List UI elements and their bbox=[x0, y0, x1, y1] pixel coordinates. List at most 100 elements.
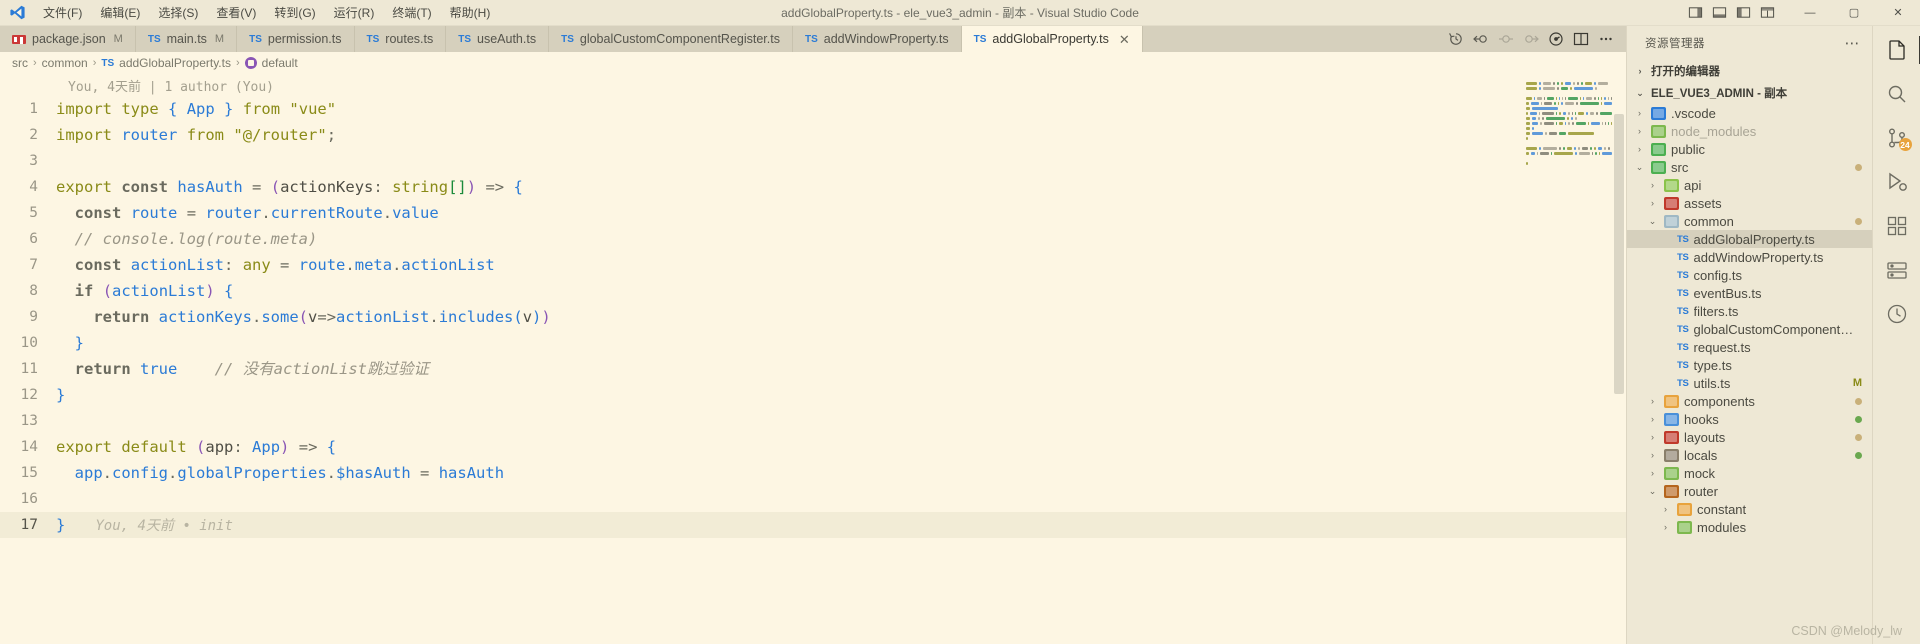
tab-routes-ts[interactable]: TS routes.ts bbox=[354, 26, 447, 52]
tree-folder-item[interactable]: › public bbox=[1627, 140, 1872, 158]
tree-file-item[interactable]: TS config.ts bbox=[1627, 266, 1872, 284]
source-control-icon[interactable]: 24 bbox=[1873, 116, 1920, 160]
code-editor[interactable]: You, 4天前 | 1 author (You) 1 import type {… bbox=[0, 74, 1626, 644]
breadcrumb-item-common[interactable]: common bbox=[42, 56, 88, 70]
section-open-editors[interactable]: › 打开的编辑器 bbox=[1627, 60, 1872, 82]
chevron-right-icon[interactable]: › bbox=[1646, 414, 1659, 424]
tree-file-item[interactable]: TS request.ts bbox=[1627, 338, 1872, 356]
tree-file-item[interactable]: TS addGlobalProperty.ts bbox=[1627, 230, 1872, 248]
code-line[interactable]: 8 if (actionList) { bbox=[0, 278, 1626, 304]
maximize-button[interactable]: ▢ bbox=[1832, 0, 1876, 26]
code-lines[interactable]: 1 import type { App } from "vue" 2 import r… bbox=[0, 96, 1626, 538]
code-line[interactable]: 12} bbox=[0, 382, 1626, 408]
menu-item-file[interactable]: 文件(F) bbox=[34, 1, 91, 24]
tree-file-item[interactable]: TS utils.ts M bbox=[1627, 374, 1872, 392]
chevron-down-icon[interactable]: ⌄ bbox=[1646, 486, 1659, 497]
remote-explorer-icon[interactable] bbox=[1873, 248, 1920, 292]
tree-folder-item[interactable]: › hooks bbox=[1627, 410, 1872, 428]
code-line[interactable]: 13 bbox=[0, 408, 1626, 434]
chevron-right-icon[interactable]: › bbox=[1646, 432, 1659, 442]
tree-file-item[interactable]: TS type.ts bbox=[1627, 356, 1872, 374]
tree-file-item[interactable]: TS eventBus.ts bbox=[1627, 284, 1872, 302]
tree-folder-item[interactable]: › locals bbox=[1627, 446, 1872, 464]
split-editor-icon[interactable] bbox=[1569, 27, 1593, 51]
code-line[interactable]: 14 export default (app: App) => { bbox=[0, 434, 1626, 460]
chevron-down-icon[interactable]: ⌄ bbox=[1633, 162, 1646, 173]
run-debug-icon[interactable] bbox=[1544, 27, 1568, 51]
code-line[interactable]: 5 const route = router.currentRoute.valu… bbox=[0, 200, 1626, 226]
section-project-root[interactable]: ⌄ ELE_VUE3_ADMIN - 副本 bbox=[1627, 82, 1872, 104]
nav-next-icon[interactable] bbox=[1519, 27, 1543, 51]
tree-folder-item[interactable]: › mock bbox=[1627, 464, 1872, 482]
close-window-button[interactable]: ✕ bbox=[1876, 0, 1920, 26]
code-line[interactable]: 11 return true // 没有actionList跳过验证 bbox=[0, 356, 1626, 382]
chevron-right-icon[interactable]: › bbox=[1646, 198, 1659, 208]
breadcrumb-item-file[interactable]: addGlobalProperty.ts bbox=[119, 56, 231, 70]
code-line[interactable]: 16 bbox=[0, 486, 1626, 512]
tree-file-item[interactable]: TS addWindowProperty.ts bbox=[1627, 248, 1872, 266]
timeline-history-icon[interactable] bbox=[1444, 27, 1468, 51]
tab-globalcustomcomponentregister-ts[interactable]: TS globalCustomComponentRegister.ts bbox=[549, 26, 793, 52]
tab-useauth-ts[interactable]: TS useAuth.ts bbox=[446, 26, 550, 52]
editor-vertical-scrollbar[interactable] bbox=[1612, 74, 1626, 644]
menu-item-view[interactable]: 查看(V) bbox=[207, 1, 265, 24]
nav-previous-icon[interactable] bbox=[1494, 27, 1518, 51]
menu-item-terminal[interactable]: 终端(T) bbox=[383, 1, 440, 24]
chevron-right-icon[interactable]: › bbox=[1646, 450, 1659, 460]
breadcrumb-item-src[interactable]: src bbox=[12, 56, 28, 70]
testing-icon[interactable] bbox=[1873, 292, 1920, 336]
chevron-right-icon[interactable]: › bbox=[1646, 180, 1659, 190]
tree-folder-item[interactable]: › assets bbox=[1627, 194, 1872, 212]
file-tree[interactable]: › .vscode › node_modules › public ⌄ src › api › ass… bbox=[1627, 104, 1872, 644]
tab-permission-ts[interactable]: TS permission.ts bbox=[237, 26, 355, 52]
menu-item-run[interactable]: 运行(R) bbox=[325, 1, 384, 24]
code-line[interactable]: 3 bbox=[0, 148, 1626, 174]
chevron-right-icon[interactable]: › bbox=[1646, 396, 1659, 406]
code-line[interactable]: 10 } bbox=[0, 330, 1626, 356]
code-line[interactable]: 2 import router from "@/router"; bbox=[0, 122, 1626, 148]
chevron-right-icon[interactable]: › bbox=[1633, 144, 1646, 154]
code-line[interactable]: 9 return actionKeys.some(v=>actionList.i… bbox=[0, 304, 1626, 330]
run-debug-icon[interactable] bbox=[1873, 160, 1920, 204]
code-line[interactable]: 1 import type { App } from "vue" bbox=[0, 96, 1626, 122]
code-line[interactable]: 15 app.config.globalProperties.$hasAuth … bbox=[0, 460, 1626, 486]
tree-folder-item[interactable]: ⌄ router bbox=[1627, 482, 1872, 500]
code-line[interactable]: 7 const actionList: any = route.meta.act… bbox=[0, 252, 1626, 278]
chevron-right-icon[interactable]: › bbox=[1659, 504, 1672, 514]
toggle-panel-icon[interactable] bbox=[1708, 2, 1730, 24]
scrollbar-thumb[interactable] bbox=[1614, 114, 1624, 394]
tree-folder-item[interactable]: › node_modules bbox=[1627, 122, 1872, 140]
tree-folder-item[interactable]: › constant bbox=[1627, 500, 1872, 518]
tree-file-item[interactable]: TS globalCustomComponentRegist… bbox=[1627, 320, 1872, 338]
close-tab-icon[interactable]: ✕ bbox=[1119, 33, 1130, 46]
tab-package-json[interactable]: package.json M bbox=[0, 26, 136, 52]
tab-addwindowproperty-ts[interactable]: TS addWindowProperty.ts bbox=[792, 26, 962, 52]
code-line[interactable]: 6 // console.log(route.meta) bbox=[0, 226, 1626, 252]
tree-folder-item[interactable]: ⌄ src bbox=[1627, 158, 1872, 176]
chevron-right-icon[interactable]: › bbox=[1633, 108, 1646, 118]
tab-addglobalproperty-ts[interactable]: TS addGlobalProperty.ts ✕ bbox=[961, 26, 1143, 52]
explorer-icon[interactable] bbox=[1873, 28, 1920, 72]
tab-main-ts[interactable]: TS main.ts M bbox=[135, 26, 238, 52]
tree-folder-item[interactable]: ⌄ common bbox=[1627, 212, 1872, 230]
toggle-primary-sidebar-icon[interactable] bbox=[1684, 2, 1706, 24]
customize-layout-icon[interactable] bbox=[1756, 2, 1778, 24]
tree-folder-item[interactable]: › .vscode bbox=[1627, 104, 1872, 122]
chevron-right-icon[interactable]: › bbox=[1659, 522, 1672, 532]
tree-file-item[interactable]: TS filters.ts bbox=[1627, 302, 1872, 320]
tree-folder-item[interactable]: › modules bbox=[1627, 518, 1872, 536]
chevron-down-icon[interactable]: ⌄ bbox=[1646, 216, 1659, 227]
menu-item-select[interactable]: 选择(S) bbox=[149, 1, 207, 24]
chevron-right-icon[interactable]: › bbox=[1646, 468, 1659, 478]
menu-item-goto[interactable]: 转到(G) bbox=[265, 1, 324, 24]
tree-folder-item[interactable]: › api bbox=[1627, 176, 1872, 194]
menu-item-edit[interactable]: 编辑(E) bbox=[91, 1, 149, 24]
minimize-button[interactable]: — bbox=[1788, 0, 1832, 26]
breadcrumb-item-symbol[interactable]: default bbox=[262, 56, 298, 70]
code-line[interactable]: 17} You, 4天前 • init bbox=[0, 512, 1626, 538]
chevron-right-icon[interactable]: › bbox=[1633, 126, 1646, 136]
search-icon[interactable] bbox=[1873, 72, 1920, 116]
tree-folder-item[interactable]: › components bbox=[1627, 392, 1872, 410]
toggle-secondary-sidebar-icon[interactable] bbox=[1732, 2, 1754, 24]
extensions-icon[interactable] bbox=[1873, 204, 1920, 248]
